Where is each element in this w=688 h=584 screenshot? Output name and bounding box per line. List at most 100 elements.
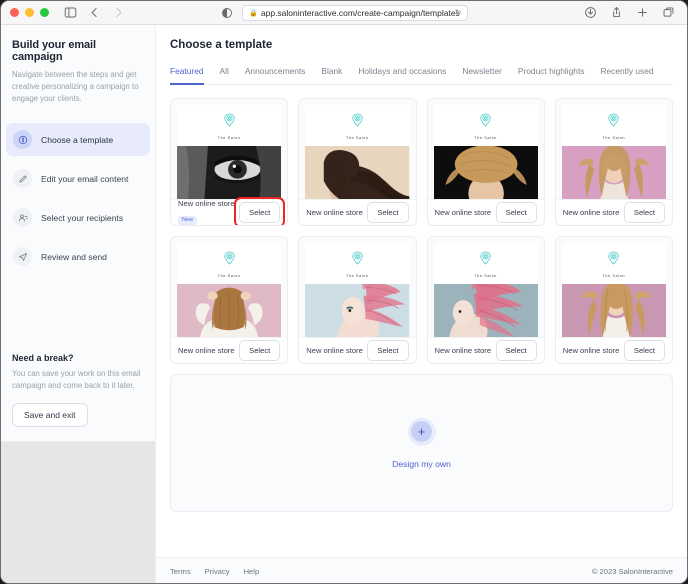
template-name: New online store: [178, 198, 235, 208]
main-content: Choose a template Featured All Announcem…: [156, 25, 687, 583]
template-hero-image: [177, 146, 282, 199]
template-card[interactable]: The Salon New online store Select: [298, 98, 417, 226]
template-card[interactable]: The Salon New online store Select: [170, 236, 289, 364]
template-brand-header: The Salon: [561, 243, 666, 284]
template-new-badge: New: [178, 215, 198, 225]
plus-icon-halo: +: [407, 417, 436, 446]
template-card[interactable]: The Salon New online store Select: [554, 236, 673, 364]
template-card-footer: New online store Select: [555, 337, 672, 363]
tab-recently-used[interactable]: Recently used: [600, 66, 653, 85]
sidebar-item-choose-a-template[interactable]: Choose a template: [6, 123, 150, 157]
tab-blank[interactable]: Blank: [321, 66, 342, 85]
sidebar-header: Build your email campaign Navigate betwe…: [1, 25, 155, 105]
template-brand-header: The Salon: [561, 105, 666, 146]
tab-overview-icon[interactable]: [662, 6, 675, 19]
select-template-button[interactable]: Select: [367, 202, 409, 223]
template-card-info: New online store New: [178, 198, 235, 225]
back-arrow-icon[interactable]: [88, 6, 101, 19]
salon-logo-text: The Salon: [217, 274, 241, 278]
palette-icon: [13, 130, 32, 150]
template-card-footer: New online store Select: [427, 337, 544, 363]
toolbar-left-icons: [64, 6, 125, 19]
select-template-button[interactable]: Select: [495, 340, 537, 361]
select-template-button[interactable]: Select: [239, 202, 281, 223]
toolbar-right-icons: [584, 6, 687, 19]
templates-panel: Choose a template Featured All Announcem…: [156, 25, 687, 557]
tab-holidays-and-occasions[interactable]: Holidays and occasions: [358, 66, 446, 85]
footer-link-terms[interactable]: Terms: [170, 567, 191, 576]
template-card-info: New online store: [435, 208, 492, 217]
template-hero-image: [433, 146, 538, 199]
sidebar-item-review-and-send[interactable]: Review and send: [6, 240, 150, 273]
template-brand-header: The Salon: [177, 243, 282, 284]
sidebar-item-label: Choose a template: [41, 134, 114, 145]
page-title: Choose a template: [170, 39, 273, 51]
reload-icon[interactable]: ↻: [455, 8, 462, 17]
sidebar-title: Build your email campaign: [12, 39, 96, 63]
copyright-text: © 2023 SalonInteractive: [591, 567, 673, 576]
sidebar-toggle-icon[interactable]: [64, 6, 77, 19]
need-a-break-section: Need a break? You can save your work on …: [1, 353, 155, 441]
salon-logo-icon: [351, 251, 364, 271]
url-input[interactable]: 🔒 app.saloninteractive.com/create-campai…: [241, 4, 468, 21]
template-card-info: New online store: [306, 346, 363, 355]
maximize-window-button[interactable]: [40, 8, 49, 17]
forward-arrow-icon[interactable]: [112, 6, 125, 19]
salon-logo-icon: [223, 113, 236, 133]
footer-link-privacy[interactable]: Privacy: [205, 567, 230, 576]
page-footer: Terms Privacy Help © 2023 SalonInteracti…: [156, 557, 687, 583]
select-template-button[interactable]: Select: [239, 340, 281, 361]
people-icon: [13, 208, 32, 228]
select-button-wrapper: Select: [623, 340, 665, 361]
template-card-footer: New online store Select: [427, 199, 544, 225]
template-card[interactable]: The Salon New online store Select: [426, 236, 545, 364]
minimize-window-button[interactable]: [25, 8, 34, 17]
template-brand-header: The Salon: [305, 105, 410, 146]
template-preview: The Salon: [171, 237, 288, 337]
select-template-button[interactable]: Select: [623, 340, 665, 361]
template-hero-image: [177, 284, 282, 337]
tab-announcements[interactable]: Announcements: [245, 66, 306, 85]
template-preview: The Salon: [427, 99, 544, 199]
sidebar-item-edit-your-email-content[interactable]: Edit your email content: [6, 162, 150, 195]
template-preview: The Salon: [427, 237, 544, 337]
lock-icon: 🔒: [249, 9, 258, 17]
sidebar-item-label: Edit your email content: [41, 173, 129, 184]
select-button-wrapper: Select: [234, 197, 286, 225]
template-card[interactable]: The Salon New online store Select: [554, 98, 673, 226]
template-brand-header: The Salon: [177, 105, 282, 146]
template-card[interactable]: The Salon New online store Select: [298, 236, 417, 364]
need-a-break-text: You can save your work on this email cam…: [12, 368, 141, 390]
select-template-button[interactable]: Select: [623, 202, 665, 223]
close-window-button[interactable]: [10, 8, 19, 17]
sidebar-item-select-your-recipients[interactable]: Select your recipients: [6, 201, 150, 234]
select-button-wrapper: Select: [495, 340, 537, 361]
template-preview: The Salon: [555, 99, 672, 199]
select-button-wrapper: Select: [367, 202, 409, 223]
footer-link-help[interactable]: Help: [244, 567, 260, 576]
template-card-info: New online store: [435, 346, 492, 355]
template-card[interactable]: The Salon New online store New Select: [170, 98, 289, 226]
reader-view-icon[interactable]: [221, 7, 233, 19]
select-button-wrapper: Select: [495, 202, 537, 223]
template-card-footer: New online store Select: [299, 337, 416, 363]
salon-logo-text: The Salon: [602, 136, 626, 140]
template-hero-image: [305, 146, 410, 199]
new-tab-icon[interactable]: [636, 6, 649, 19]
download-icon[interactable]: [584, 6, 597, 19]
tab-featured[interactable]: Featured: [170, 66, 204, 85]
select-template-button[interactable]: Select: [495, 202, 537, 223]
tab-product-highlights[interactable]: Product highlights: [518, 66, 585, 85]
select-template-button[interactable]: Select: [367, 340, 409, 361]
tab-all[interactable]: All: [220, 66, 229, 85]
tab-newsletter[interactable]: Newsletter: [462, 66, 502, 85]
design-my-own-card[interactable]: + Design my own: [170, 374, 673, 512]
share-icon[interactable]: [610, 6, 623, 19]
template-card[interactable]: The Salon New online store Select: [426, 98, 545, 226]
template-name: New online store: [434, 207, 492, 217]
salon-logo-icon: [223, 251, 236, 271]
sidebar-item-label: Review and send: [41, 251, 107, 262]
save-and-exit-button[interactable]: Save and exit: [12, 403, 88, 427]
salon-logo-text: The Salon: [602, 274, 626, 278]
paper-plane-icon: [13, 247, 32, 267]
